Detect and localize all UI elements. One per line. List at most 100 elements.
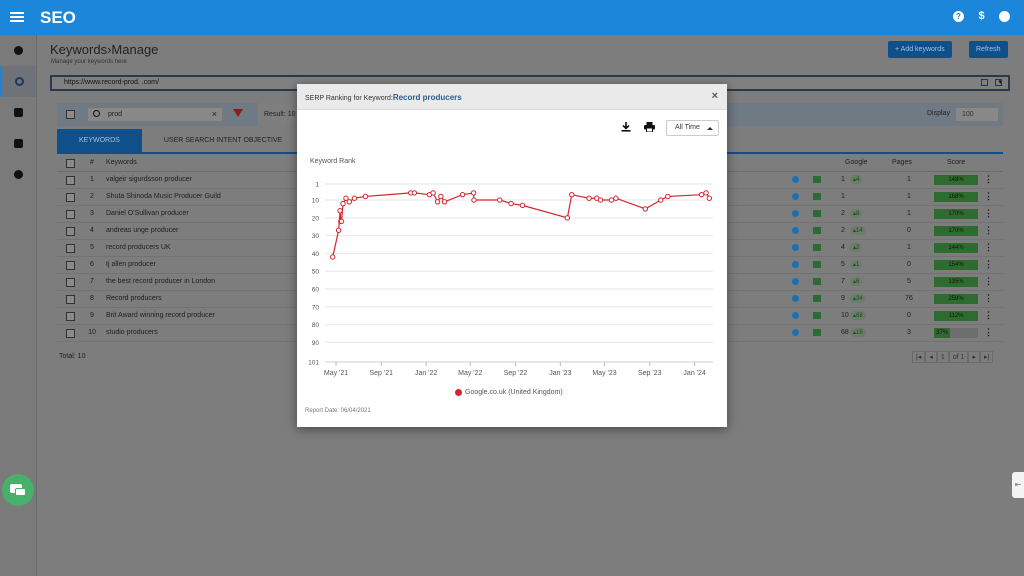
row-checkbox[interactable] xyxy=(66,312,75,321)
header-keywords[interactable]: Keywords xyxy=(106,159,137,166)
play-icon[interactable] xyxy=(792,278,799,285)
data-point xyxy=(346,199,352,205)
search-input[interactable]: prod × xyxy=(87,107,223,122)
add-keywords-button[interactable]: + Add keywords xyxy=(888,41,952,58)
header-score[interactable]: Score xyxy=(947,159,965,166)
row-keyword[interactable]: the best record producer in London xyxy=(106,278,215,285)
row-keyword[interactable]: valgeir sigurdsson producer xyxy=(106,176,192,183)
row-menu-icon[interactable]: ⋮ xyxy=(984,174,993,185)
chart-icon[interactable] xyxy=(813,261,821,268)
side-panel-handle[interactable]: ⇤ xyxy=(1012,472,1024,498)
clear-search-icon[interactable]: × xyxy=(212,108,217,121)
row-keyword[interactable]: studio producers xyxy=(106,329,158,336)
sidebar-item-keywords[interactable] xyxy=(0,66,36,97)
chart-icon[interactable] xyxy=(813,244,821,251)
copy-icon[interactable] xyxy=(981,79,988,86)
row-checkbox[interactable] xyxy=(66,261,75,270)
result-count[interactable]: Result: 10 xyxy=(258,103,302,126)
row-keyword[interactable]: andreas unge producer xyxy=(106,227,178,234)
row-menu-icon[interactable]: ⋮ xyxy=(984,310,993,321)
sidebar-item-settings[interactable] xyxy=(0,159,36,190)
play-icon[interactable] xyxy=(792,227,799,234)
chat-button[interactable] xyxy=(2,474,34,506)
row-menu-icon[interactable]: ⋮ xyxy=(984,242,993,253)
data-point xyxy=(330,254,336,260)
help-icon[interactable]: ? xyxy=(953,11,964,22)
google-rank: 68 xyxy=(841,329,849,336)
hamburger-menu-icon[interactable] xyxy=(10,10,24,24)
tab-keywords[interactable]: KEYWORDS xyxy=(57,129,142,153)
play-icon[interactable] xyxy=(792,261,799,268)
chart-icon[interactable] xyxy=(813,278,821,285)
row-checkbox[interactable] xyxy=(66,210,75,219)
row-checkbox[interactable] xyxy=(66,227,75,236)
chart-icon[interactable] xyxy=(813,312,821,319)
row-keyword[interactable]: record producers UK xyxy=(106,244,171,251)
header-num: # xyxy=(90,159,94,166)
row-number: 3 xyxy=(90,210,94,217)
row-keyword[interactable]: Record producers xyxy=(106,295,162,302)
last-page-button[interactable]: ▸| xyxy=(979,351,994,363)
row-keyword[interactable]: Daniel O'Sullivan producer xyxy=(106,210,189,217)
row-keyword[interactable]: Shuta Shinoda Music Producer Guild xyxy=(106,193,221,200)
play-icon[interactable] xyxy=(792,244,799,251)
play-icon[interactable] xyxy=(792,329,799,336)
user-account-icon[interactable] xyxy=(999,11,1010,22)
row-menu-icon[interactable]: ⋮ xyxy=(984,276,993,287)
refresh-button[interactable]: Refresh xyxy=(969,41,1008,58)
select-all-checkbox[interactable] xyxy=(66,110,75,119)
row-keyword[interactable]: Brit Award winning record producer xyxy=(106,312,215,319)
sidebar-item-documents[interactable] xyxy=(0,97,36,128)
sidebar-item-tags[interactable] xyxy=(0,128,36,159)
google-rank: 2 xyxy=(841,227,845,234)
play-icon[interactable] xyxy=(792,193,799,200)
row-menu-icon[interactable]: ⋮ xyxy=(984,191,993,202)
row-checkbox[interactable] xyxy=(66,176,75,185)
header-checkbox[interactable] xyxy=(66,159,75,168)
header-pages[interactable]: Pages xyxy=(892,159,912,166)
next-page-button[interactable]: ▸ xyxy=(968,351,980,363)
row-menu-icon[interactable]: ⋮ xyxy=(984,327,993,338)
display-select[interactable]: 100 xyxy=(955,107,999,122)
row-menu-icon[interactable]: ⋮ xyxy=(984,259,993,270)
edit-icon[interactable] xyxy=(995,79,1002,86)
row-keyword[interactable]: tj allen producer xyxy=(106,261,156,268)
score-fill: 135% xyxy=(934,277,978,287)
play-icon[interactable] xyxy=(792,312,799,319)
prev-page-button[interactable]: ◂ xyxy=(925,351,937,363)
clear-filter-icon[interactable] xyxy=(233,109,243,117)
row-menu-icon[interactable]: ⋮ xyxy=(984,225,993,236)
chart-icon[interactable] xyxy=(813,176,821,183)
data-point xyxy=(459,191,466,198)
row-checkbox[interactable] xyxy=(66,193,75,202)
url-value: https://www.record-prod. .com/ xyxy=(64,79,159,86)
chart-icon[interactable] xyxy=(813,227,821,234)
rank-change-badge: ▴6 xyxy=(850,277,863,286)
row-checkbox[interactable] xyxy=(66,329,75,338)
play-icon[interactable] xyxy=(792,210,799,217)
score-bar: 144% xyxy=(934,243,978,253)
row-number: 2 xyxy=(90,193,94,200)
header-google[interactable]: Google xyxy=(845,159,868,166)
chart-icon[interactable] xyxy=(813,329,821,336)
score-bar: 168% xyxy=(934,192,978,202)
chart-icon[interactable] xyxy=(813,193,821,200)
rank-change-badge: ▴8 xyxy=(850,209,863,218)
dollar-icon[interactable]: $ xyxy=(976,11,987,22)
chart-icon[interactable] xyxy=(813,295,821,302)
chart-legend[interactable]: Google.co.uk (United Kingdom) xyxy=(455,389,563,396)
score-fill: 144% xyxy=(934,243,978,253)
play-icon[interactable] xyxy=(792,176,799,183)
first-page-button[interactable]: |◂ xyxy=(912,351,926,363)
row-menu-icon[interactable]: ⋮ xyxy=(984,208,993,219)
row-pages: 0 xyxy=(907,227,911,234)
google-rank: 5 xyxy=(841,261,845,268)
sidebar-item-globe[interactable] xyxy=(0,35,36,66)
row-checkbox[interactable] xyxy=(66,295,75,304)
tab-user-search-intent[interactable]: USER SEARCH INTENT OBJECTIVE xyxy=(141,129,305,153)
row-checkbox[interactable] xyxy=(66,244,75,253)
row-menu-icon[interactable]: ⋮ xyxy=(984,293,993,304)
chart-icon[interactable] xyxy=(813,210,821,217)
row-checkbox[interactable] xyxy=(66,278,75,287)
play-icon[interactable] xyxy=(792,295,799,302)
